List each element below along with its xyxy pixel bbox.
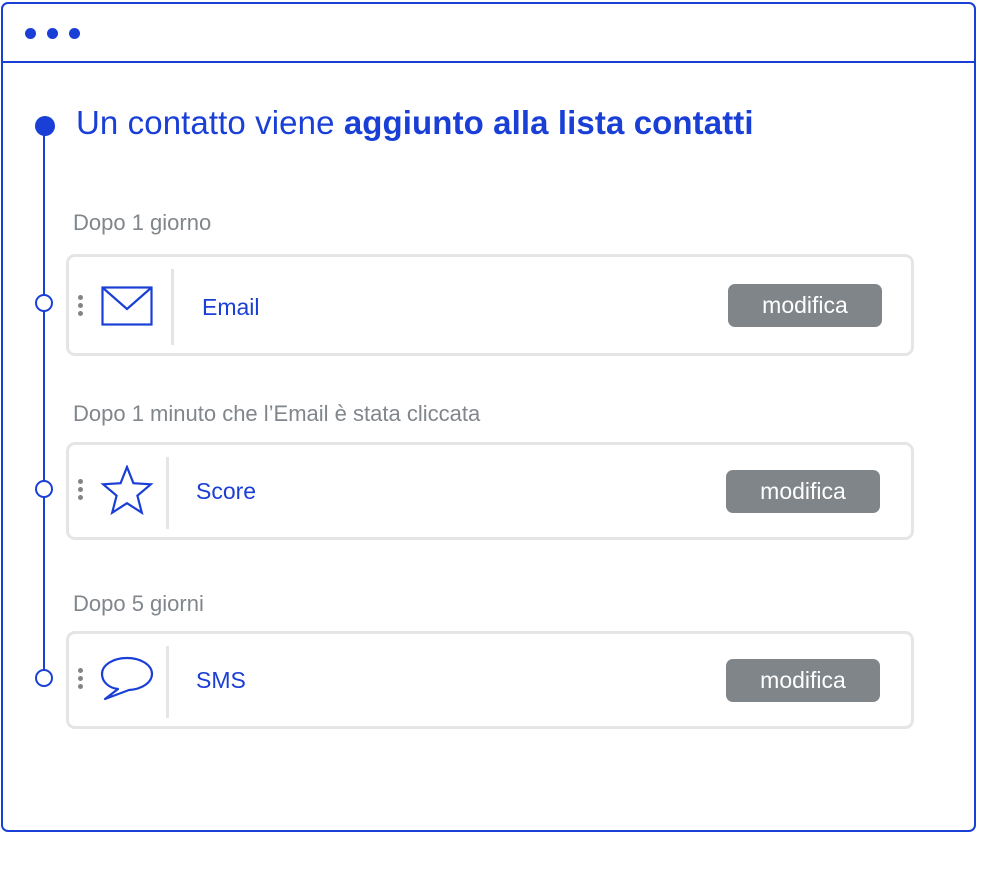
timeline-line	[43, 126, 45, 678]
window-titlebar	[3, 4, 974, 63]
step-card-email[interactable]: Email modifica	[66, 254, 914, 356]
envelope-icon	[101, 286, 153, 326]
star-icon	[100, 465, 154, 516]
step-action-label: Email	[202, 294, 260, 320]
step-card-score[interactable]: Score modifica	[66, 442, 914, 540]
trigger-text: Un contatto viene	[76, 104, 344, 141]
trigger-title: Un contatto viene aggiunto alla lista co…	[76, 104, 754, 142]
trigger-text-bold: aggiunto alla lista contatti	[343, 104, 754, 141]
drag-handle-icon[interactable]	[78, 295, 83, 319]
drag-handle-icon[interactable]	[78, 479, 83, 503]
edit-button[interactable]: modifica	[726, 659, 880, 702]
card-divider	[166, 646, 169, 718]
step-card-sms[interactable]: SMS modifica	[66, 631, 914, 729]
step-delay-label: Dopo 5 giorni	[73, 591, 204, 616]
card-divider	[171, 269, 174, 345]
speech-bubble-icon	[100, 656, 154, 701]
step-delay-label: Dopo 1 minuto che l’Email è stata clicca…	[73, 401, 481, 426]
window-dot-icon	[47, 28, 58, 39]
step-delay-label: Dopo 1 giorno	[73, 210, 212, 235]
step-action-label: Score	[196, 478, 257, 504]
step-action-label: SMS	[196, 667, 246, 693]
timeline-start-node	[35, 116, 55, 136]
window-dot-icon	[69, 28, 80, 39]
timeline-node	[35, 480, 53, 498]
timeline-node	[35, 669, 53, 687]
timeline-node	[35, 294, 53, 312]
card-divider	[166, 457, 169, 529]
edit-button[interactable]: modifica	[726, 470, 880, 513]
edit-button[interactable]: modifica	[728, 284, 882, 327]
window-dot-icon	[25, 28, 36, 39]
drag-handle-icon[interactable]	[78, 668, 83, 692]
